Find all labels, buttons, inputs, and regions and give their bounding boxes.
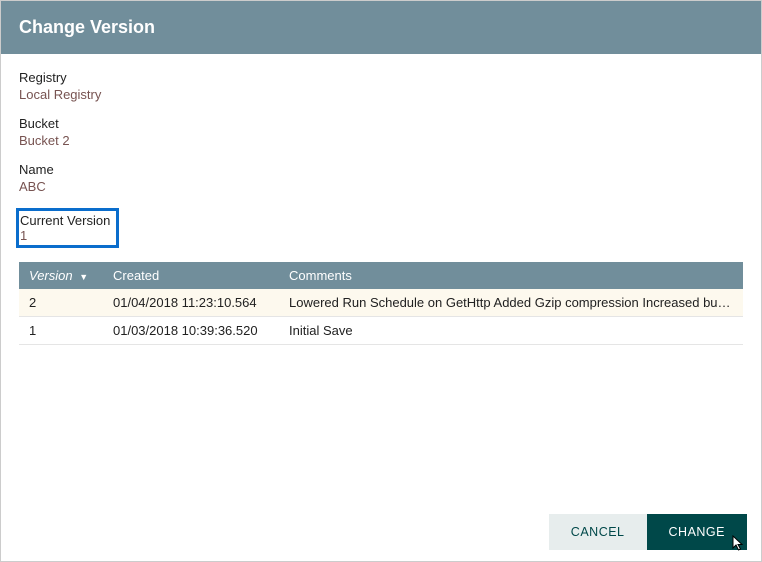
dialog-body: Registry Local Registry Bucket Bucket 2 … xyxy=(1,54,761,345)
version-table: Version ▼ Created Comments 201/04/2018 1… xyxy=(19,262,743,345)
table-row[interactable]: 101/03/2018 10:39:36.520Initial Save xyxy=(19,317,743,345)
cell-comments: Initial Save xyxy=(279,317,743,345)
current-version-label: Current Version xyxy=(20,213,110,228)
cell-created: 01/03/2018 10:39:36.520 xyxy=(103,317,279,345)
name-field: Name ABC xyxy=(19,162,743,194)
name-value: ABC xyxy=(19,179,743,194)
current-version-field: Current Version 1 xyxy=(16,208,119,248)
cell-created: 01/04/2018 11:23:10.564 xyxy=(103,289,279,317)
cell-version: 2 xyxy=(19,289,103,317)
created-column-header[interactable]: Created xyxy=(103,262,279,289)
sort-desc-icon: ▼ xyxy=(79,272,88,282)
cancel-button[interactable]: CANCEL xyxy=(549,514,647,550)
change-button[interactable]: CHANGE xyxy=(647,514,747,550)
registry-value: Local Registry xyxy=(19,87,743,102)
dialog-title: Change Version xyxy=(1,1,761,54)
registry-field: Registry Local Registry xyxy=(19,70,743,102)
bucket-field: Bucket Bucket 2 xyxy=(19,116,743,148)
dialog-footer: CANCEL CHANGE xyxy=(549,514,747,550)
name-label: Name xyxy=(19,162,743,177)
comments-column-header[interactable]: Comments xyxy=(279,262,743,289)
registry-label: Registry xyxy=(19,70,743,85)
version-column-header[interactable]: Version ▼ xyxy=(19,262,103,289)
version-column-label: Version xyxy=(29,268,73,283)
table-row[interactable]: 201/04/2018 11:23:10.564Lowered Run Sche… xyxy=(19,289,743,317)
cell-version: 1 xyxy=(19,317,103,345)
current-version-value: 1 xyxy=(20,228,110,243)
bucket-label: Bucket xyxy=(19,116,743,131)
cell-comments: Lowered Run Schedule on GetHttp Added Gz… xyxy=(279,289,743,317)
bucket-value: Bucket 2 xyxy=(19,133,743,148)
